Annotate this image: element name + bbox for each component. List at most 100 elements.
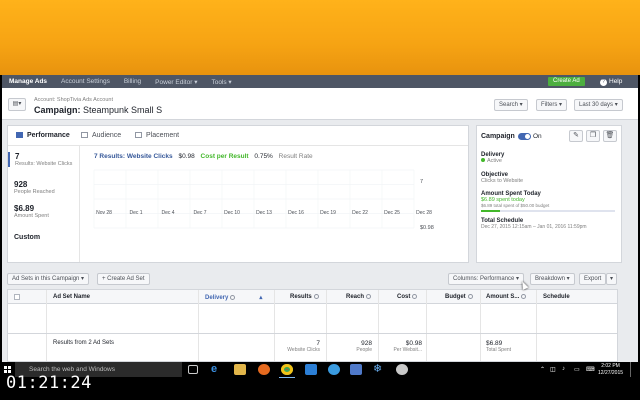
campaign-header: ▤▾ Account: ShopTivia Ads Account Campai… bbox=[2, 88, 638, 120]
col-budget-label: Budget bbox=[445, 294, 466, 300]
metric-spent[interactable]: $6.89 Amount Spent bbox=[14, 204, 49, 219]
col-reach[interactable]: Reach bbox=[346, 294, 372, 300]
nav-billing[interactable]: Billing bbox=[117, 78, 148, 85]
x-tick-label: Dec 25 bbox=[384, 210, 400, 216]
col-cost[interactable]: Cost bbox=[397, 294, 418, 300]
app-round-icon[interactable] bbox=[396, 364, 408, 375]
taskbar-clock[interactable]: 2:02 PM 12/27/2015 bbox=[598, 363, 623, 377]
objective-value: Clicks to Website bbox=[481, 178, 524, 184]
metric-results[interactable]: 7 Results: Website Clicks bbox=[8, 152, 72, 167]
nav-tools[interactable]: Tools ▾ bbox=[204, 78, 238, 86]
x-tick-label: Dec 22 bbox=[352, 210, 368, 216]
col-delivery[interactable]: Delivery ▴ bbox=[205, 294, 262, 301]
col-schedule[interactable]: Schedule bbox=[543, 294, 570, 300]
campaign-menu-icon[interactable]: ▤▾ bbox=[8, 98, 26, 111]
axis-top-label: 7 bbox=[420, 179, 423, 185]
total-cost-sub: Per Websit... bbox=[393, 347, 422, 353]
adsets-dropdown[interactable]: Ad Sets in this Campaign ▾ bbox=[7, 273, 90, 285]
metric-spent-value: $6.89 bbox=[14, 204, 35, 213]
duplicate-icon[interactable]: ❐ bbox=[586, 130, 600, 142]
task-view-icon[interactable] bbox=[188, 365, 198, 374]
export-menu-chevron-icon[interactable]: ▾ bbox=[606, 273, 618, 285]
chrome-icon[interactable] bbox=[279, 364, 295, 378]
total-spent-value: $6.89 bbox=[486, 340, 503, 347]
help-icon: ? bbox=[600, 79, 607, 86]
search-button[interactable]: Search ▾ bbox=[494, 99, 528, 111]
people-icon bbox=[81, 132, 88, 138]
budget-progress-bar bbox=[481, 210, 615, 212]
network-icon[interactable]: ◫ bbox=[550, 366, 556, 373]
summary-rate-value: 0.75% bbox=[254, 153, 273, 160]
col-adset-name[interactable]: Ad Set Name bbox=[53, 294, 90, 300]
col-budget[interactable]: Budget bbox=[445, 294, 473, 300]
firefox-icon[interactable] bbox=[258, 364, 270, 375]
info-icon bbox=[366, 294, 372, 299]
windows-start-icon[interactable] bbox=[4, 366, 11, 373]
summary-cpr-value: $0.98 bbox=[178, 153, 195, 160]
chart-summary: 7 Results: Website Clicks $0.98 Cost per… bbox=[94, 153, 317, 160]
file-explorer-icon[interactable] bbox=[234, 364, 246, 375]
export-button[interactable]: Export bbox=[579, 273, 607, 285]
tab-placement[interactable]: Placement bbox=[135, 132, 179, 139]
edge-browser-icon[interactable]: e bbox=[211, 364, 223, 375]
create-adset-button[interactable]: + Create Ad Set bbox=[97, 273, 150, 285]
col-adset-name-label: Ad Set Name bbox=[53, 294, 91, 300]
breakdown-dropdown[interactable]: Breakdown ▾ bbox=[530, 273, 575, 285]
chart-icon bbox=[16, 132, 23, 138]
campaign-toggle[interactable] bbox=[518, 133, 531, 140]
campaign-title: Campaign: Steampunk Small S bbox=[34, 105, 162, 115]
col-results[interactable]: Results bbox=[290, 294, 319, 300]
metric-custom[interactable]: Custom bbox=[14, 234, 40, 241]
tab-performance-label: Performance bbox=[27, 132, 70, 139]
date-range-button[interactable]: Last 30 days ▾ bbox=[574, 99, 623, 111]
performance-panel: Performance Audience Placement 7 Results… bbox=[7, 125, 469, 263]
campaign-label: Campaign: bbox=[34, 105, 81, 115]
total-spent: $6.89 Total Spent bbox=[486, 340, 530, 353]
app-globe-icon[interactable] bbox=[328, 364, 340, 375]
metric-reach-label: People Reached bbox=[14, 189, 55, 195]
app-blue-icon[interactable] bbox=[350, 364, 362, 375]
x-tick-label: Dec 19 bbox=[320, 210, 336, 216]
campaign-name: Steampunk Small S bbox=[83, 105, 163, 115]
volume-icon[interactable]: ♪ bbox=[562, 366, 565, 372]
edit-pencil-icon[interactable]: ✎ bbox=[569, 130, 583, 142]
nav-account-settings[interactable]: Account Settings bbox=[54, 78, 117, 85]
keyboard-icon[interactable]: ⌨ bbox=[586, 366, 595, 373]
snowflake-app-icon[interactable]: ❄ bbox=[373, 364, 385, 375]
tray-chevron-icon[interactable]: ⌃ bbox=[540, 366, 545, 373]
tab-audience[interactable]: Audience bbox=[81, 132, 121, 139]
video-timestamp: 01:21:24 bbox=[6, 373, 92, 393]
select-all-checkbox[interactable] bbox=[14, 294, 20, 300]
x-tick-label: Dec 10 bbox=[224, 210, 240, 216]
nav-power-editor[interactable]: Power Editor ▾ bbox=[148, 78, 204, 86]
windows-taskbar: Search the web and Windows e ❄ ⌃ ◫ ♪ ▭ ⌨… bbox=[0, 362, 640, 400]
total-spent-sub: Total Spent bbox=[486, 347, 512, 353]
help-link[interactable]: ? Help bbox=[600, 75, 622, 88]
filters-button[interactable]: Filters ▾ bbox=[536, 99, 568, 111]
performance-tabs: Performance Audience Placement bbox=[8, 126, 468, 146]
total-cost: $0.98 Per Websit... bbox=[378, 340, 422, 353]
columns-dropdown[interactable]: Columns: Performance ▾ bbox=[448, 273, 525, 285]
tab-placement-label: Placement bbox=[146, 132, 180, 139]
total-reach-sub: People bbox=[356, 347, 372, 353]
x-tick-label: Dec 1 bbox=[129, 210, 142, 216]
account-name: Account: ShopTivia Ads Account bbox=[34, 97, 113, 103]
metric-results-label: Results: Website Clicks bbox=[15, 161, 73, 167]
tab-performance[interactable]: Performance bbox=[16, 132, 70, 139]
store-icon[interactable] bbox=[305, 364, 317, 375]
nav-manage-ads[interactable]: Manage Ads bbox=[2, 78, 54, 85]
x-tick-label: Dec 16 bbox=[288, 210, 304, 216]
show-desktop-button[interactable] bbox=[630, 362, 631, 377]
col-amount-spent-label: Amount S... bbox=[486, 294, 520, 300]
metric-reach[interactable]: 928 People Reached bbox=[14, 180, 55, 195]
ads-manager-window: Manage Ads Account Settings Billing Powe… bbox=[2, 75, 638, 362]
trash-icon[interactable]: 🗑 bbox=[603, 130, 617, 142]
axis-bottom-label: $0.98 bbox=[420, 225, 434, 231]
col-amount-spent[interactable]: Amount S... bbox=[486, 294, 527, 300]
col-results-label: Results bbox=[290, 294, 312, 300]
notification-icon[interactable]: ▭ bbox=[574, 366, 580, 373]
total-reach-value: 928 bbox=[361, 340, 372, 347]
sort-icon: ▴ bbox=[259, 295, 263, 301]
create-ad-button[interactable]: Create Ad bbox=[548, 77, 585, 86]
budget-progress-fill bbox=[481, 210, 500, 212]
